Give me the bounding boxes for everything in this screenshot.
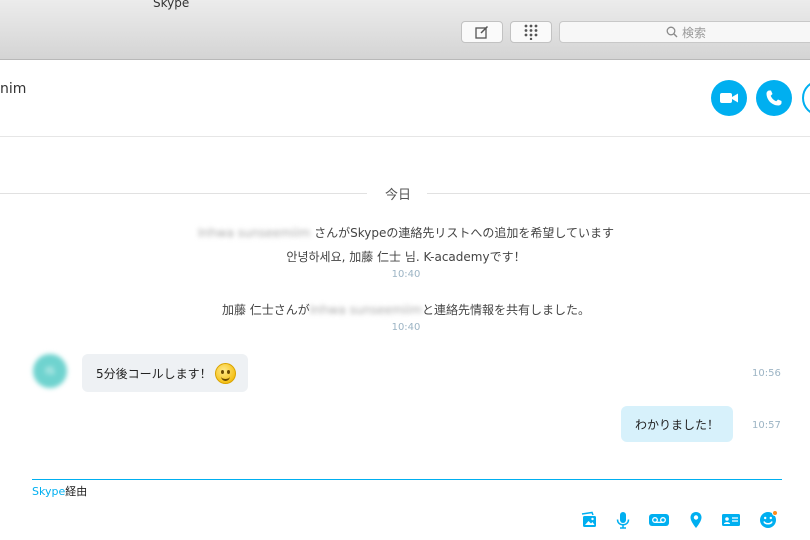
contact-shared-event: 加藤 仁士さんがInhwa sunseemiimと連絡先情報を共有しました。 [0,301,810,318]
send-location-button[interactable] [685,509,707,531]
composer-toolbar [0,509,810,531]
contact-request-event: Inhwa sunseemiim さんがSkypeの連絡先リストへの追加を希望し… [0,224,810,241]
dialpad-button[interactable] [510,21,552,43]
search-icon [666,26,678,38]
incoming-message-bubble[interactable]: 5分後コールします！ [82,354,248,392]
voice-call-button[interactable] [756,80,792,116]
contact-request-message: 안녕하세요, 加藤 仁士 님. K-academyです！ [286,250,526,264]
title-bar: Skype 検索 [0,0,810,60]
blurred-contact-name: Inhwa sunseemiim [198,226,311,240]
message-timestamp: 10:56 [752,368,781,379]
message-text: 5分後コールします！ [96,366,212,381]
via-label: Skype経由 [32,483,87,499]
voice-message-button[interactable] [612,509,634,531]
compose-icon [475,25,489,39]
contact-shared-suffix: と連絡先情報を共有しました。 [422,303,591,317]
search-input[interactable]: 検索 [559,21,810,43]
event-timestamp: 10:40 [391,322,421,333]
app-title: Skype [153,0,190,10]
contact-card-icon [722,514,740,526]
video-call-button[interactable] [711,80,747,116]
contact-name[interactable]: nim [0,81,26,97]
video-camera-icon [720,93,738,103]
event-timestamp: 10:40 [391,269,421,280]
search-placeholder: 検索 [682,25,707,40]
outgoing-message-bubble[interactable]: わかりました！ [621,406,734,442]
blurred-contact-name: Inhwa sunseemiim [309,303,423,317]
via-brand: Skype [32,485,66,498]
date-divider: 今日 [0,184,810,203]
smile-emoji-icon [214,362,236,384]
add-participant-button[interactable] [802,80,810,116]
message-input-underline[interactable] [32,479,782,480]
message-text: わかりました！ [635,417,720,432]
via-suffix: 経由 [65,485,88,498]
microphone-icon [616,512,630,529]
avatar[interactable]: IS [33,354,67,388]
conversation-header: nim [0,60,810,137]
image-icon [581,511,596,527]
video-message-icon [649,514,669,526]
compose-button[interactable] [461,21,503,43]
phone-icon [766,90,782,106]
avatar-initials: IS [45,365,55,377]
video-message-button[interactable] [648,509,670,531]
divider-line-right [427,193,810,194]
contact-request-text: さんがSkypeの連絡先リストへの追加を希望しています [310,226,614,240]
send-contact-button[interactable] [720,509,742,531]
dialpad-icon [524,24,538,40]
contact-shared-prefix: 加藤 仁士さんが [221,303,310,317]
emoticon-button[interactable] [757,509,779,531]
notification-dot [772,510,778,516]
send-photo-button[interactable] [578,509,600,531]
message-timestamp: 10:57 [752,420,781,431]
location-pin-icon [690,512,702,528]
